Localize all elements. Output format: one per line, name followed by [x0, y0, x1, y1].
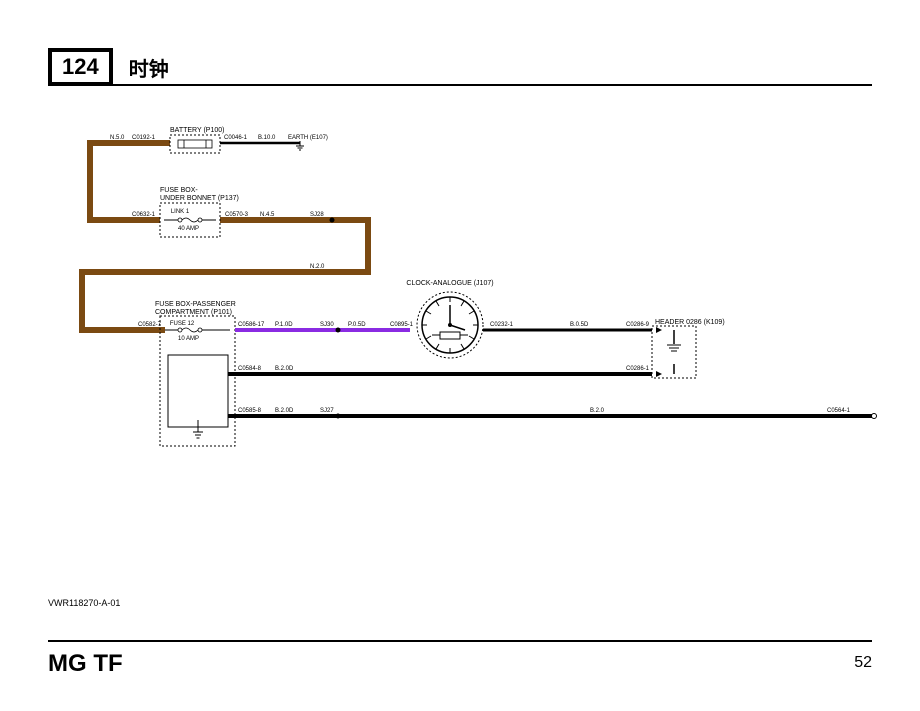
- label-40amp: 40 AMP: [178, 226, 199, 232]
- label-b20d-a: B.2.0D: [275, 366, 294, 372]
- label-c0046-1: C0046-1: [224, 135, 248, 141]
- terminal-c0564: [872, 414, 877, 419]
- component-fusebox-passenger: FUSE BOX-PASSENGER COMPARTMENT (P101) FU…: [155, 301, 236, 446]
- splice-sj30: [336, 328, 341, 333]
- label-fusebox-pass-2: COMPARTMENT (P101): [155, 309, 232, 316]
- page-header: 124 时钟: [48, 48, 872, 86]
- component-header-0286: HEADER 0286 (K109): [652, 319, 725, 378]
- label-c0584-8: C0584-8: [238, 366, 262, 372]
- label-earth: EARTH (E107): [288, 135, 328, 141]
- wire-n50: [90, 143, 170, 220]
- label-p05d: P.0.5D: [348, 322, 366, 328]
- label-c0192-1: C0192-1: [132, 135, 156, 141]
- label-n45: N.4.5: [260, 212, 275, 218]
- label-sj27: SJ27: [320, 408, 334, 414]
- label-c0286-9: C0286-9: [626, 322, 650, 328]
- splice-sj28: [330, 218, 335, 223]
- label-sj30: SJ30: [320, 322, 334, 328]
- label-10amp: 10 AMP: [178, 336, 199, 342]
- label-b20d-b: B.2.0D: [275, 408, 294, 414]
- component-fusebox-bonnet: FUSE BOX- UNDER BONNET (P137) LINK 1 40 …: [132, 187, 239, 237]
- label-c0582-7: C0582-7: [138, 322, 162, 328]
- label-fusebox-bonnet-2: UNDER BONNET (P137): [160, 195, 239, 202]
- label-n20: N.2.0: [310, 264, 325, 270]
- label-c0286-1: C0286-1: [626, 366, 650, 372]
- footer-rule: [48, 640, 872, 642]
- label-clock: CLOCK-ANALOGUE (J107): [406, 280, 493, 287]
- label-battery: BATTERY (P100): [170, 127, 224, 134]
- label-c0564-1: C0564-1: [827, 408, 851, 414]
- splice-sj27: [336, 414, 341, 419]
- label-fuse12: FUSE 12: [170, 321, 195, 327]
- label-b05d: B.0.5D: [570, 322, 589, 328]
- label-c0586-17: C0586-17: [238, 322, 265, 328]
- label-link1: LINK 1: [171, 209, 190, 215]
- page-badge: 124: [48, 48, 113, 86]
- component-battery: BATTERY (P100): [170, 127, 224, 153]
- label-fusebox-bonnet-1: FUSE BOX-: [160, 187, 198, 194]
- label-c0895-1: C0895-1: [390, 322, 414, 328]
- label-n50: N.5.0: [110, 135, 125, 141]
- label-b100: B.10.0: [258, 135, 276, 141]
- label-c0570-3: C0570-3: [225, 212, 249, 218]
- label-p10d: P.1.0D: [275, 322, 293, 328]
- label-fusebox-pass-1: FUSE BOX-PASSENGER: [155, 301, 236, 308]
- label-sj28: SJ28: [310, 212, 324, 218]
- component-clock: CLOCK-ANALOGUE (J107): [406, 280, 493, 358]
- footer-page-number: 52: [854, 654, 872, 672]
- label-c0585-8: C0585-8: [238, 408, 262, 414]
- label-header0286: HEADER 0286 (K109): [655, 319, 725, 326]
- page-title: 时钟: [129, 53, 169, 82]
- document-id: VWR118270-A-01: [48, 598, 120, 608]
- wiring-diagram: N.5.0 C0192-1 N.4.5 C0570-3 SJ28 N.2.0 B…: [60, 120, 880, 600]
- label-c0232-1: C0232-1: [490, 322, 514, 328]
- footer-model: MG TF: [48, 650, 123, 678]
- label-c0632-1: C0632-1: [132, 212, 156, 218]
- label-b20: B.2.0: [590, 408, 605, 414]
- header-rule: [48, 84, 872, 86]
